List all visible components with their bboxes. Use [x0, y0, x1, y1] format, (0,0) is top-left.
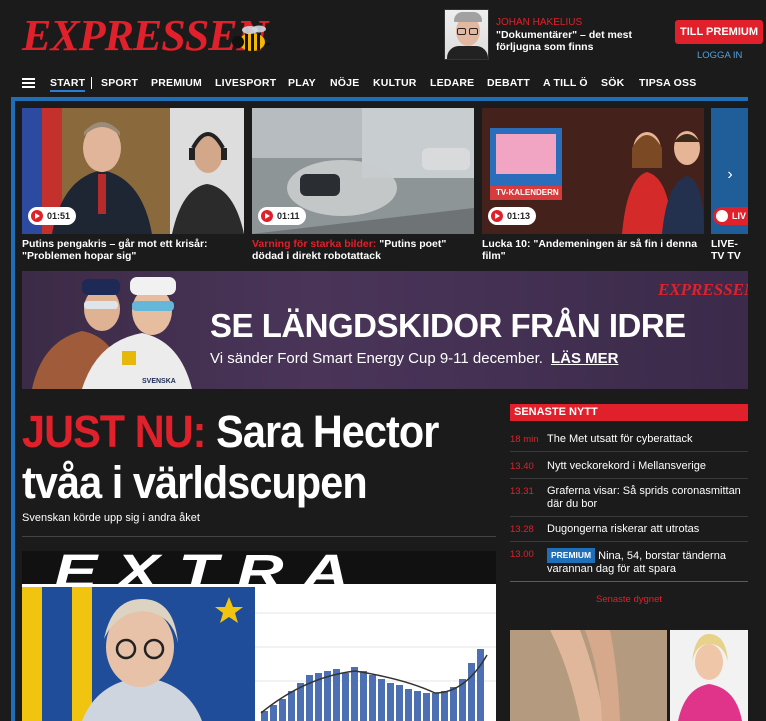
login-link[interactable]: LOGGA IN: [697, 50, 742, 61]
nav-item-noje[interactable]: NÖJE: [330, 77, 359, 89]
video-duration-badge: 01:51: [28, 207, 77, 225]
video-card[interactable]: 01:11 Varning för starka bilder: "Putins…: [252, 108, 474, 262]
headline-kicker: JUST NU:: [22, 406, 206, 457]
divider: [510, 581, 748, 582]
video-caption[interactable]: LIVE-TV TV: [711, 238, 748, 262]
nav-item-ledare[interactable]: LEDARE: [430, 77, 474, 89]
news-time: 13.31: [510, 486, 534, 497]
divider: [22, 536, 496, 537]
divider: [510, 451, 748, 452]
news-text[interactable]: Nytt veckorekord i Mellansverige: [547, 460, 747, 473]
news-text[interactable]: Graferna visar: Så sprids coronasmittan …: [547, 485, 747, 511]
news-time: 18 min: [510, 434, 539, 445]
teaser-photo: [510, 630, 748, 721]
video-live-badge: LIV: [713, 207, 749, 225]
read-more-link[interactable]: LÄS MER: [551, 350, 619, 367]
video-thumbnail-text: TV-KALENDERN: [496, 188, 559, 197]
nav-item-play[interactable]: PLAY: [288, 77, 316, 89]
nav-item-a-till-o[interactable]: A TILL Ö: [543, 77, 588, 89]
premium-button[interactable]: TILL PREMIUM: [675, 20, 763, 44]
nav-item-livesport[interactable]: LIVESPORT: [215, 77, 276, 89]
divider: [510, 541, 748, 542]
video-duration-badge: 01:11: [258, 207, 306, 225]
nav-item-sport[interactable]: SPORT: [101, 77, 138, 89]
person-photo: [22, 587, 255, 721]
jacket-text: SVENSKA: [142, 378, 176, 385]
nav-item-tipsa-oss[interactable]: TIPSA OSS: [639, 77, 696, 89]
news-text[interactable]: Dugongerna riskerar att utrotas: [547, 523, 747, 536]
video-card[interactable]: 01:51 Putins pengakris – går mot ett kri…: [22, 108, 244, 262]
nav-divider: [91, 77, 92, 89]
sub-headline[interactable]: Svenskan körde upp sig i andra åket: [22, 512, 200, 524]
video-caption[interactable]: Varning för starka bilder: "Putins poet"…: [252, 238, 474, 262]
main-nav: START SPORT PREMIUM LIVESPORT PLAY NÖJE …: [0, 68, 766, 98]
section-accent-side: [11, 97, 15, 721]
sidebar-teaser-image[interactable]: [510, 630, 748, 721]
nav-item-debatt[interactable]: DEBATT: [487, 77, 530, 89]
section-accent-bar: [11, 97, 748, 101]
video-caption[interactable]: Lucka 10: "Andemeningen är så fin i denn…: [482, 238, 704, 262]
chevron-right-icon[interactable]: ›: [720, 162, 740, 188]
author-name[interactable]: JOHAN HAKELIUS: [496, 17, 582, 28]
banner-title: SE LÄNGDSKIDOR FRÅN IDRE: [210, 307, 686, 344]
video-duration-badge: 01:13: [488, 207, 537, 225]
video-card[interactable]: TV-KALENDERN 01:13 Lucka 10: "Andemening…: [482, 108, 704, 262]
news-text[interactable]: PREMIUM Nina, 54, borstar tänderna varann…: [547, 548, 747, 576]
main-headline[interactable]: JUST NU: Sara Hector tvåa i världscupen: [22, 406, 454, 508]
divider: [510, 478, 748, 479]
nav-item-kultur[interactable]: KULTUR: [373, 77, 417, 89]
news-text[interactable]: The Met utsatt för cyberattack: [547, 433, 747, 446]
play-icon: [716, 210, 728, 222]
covid-chart-image: [255, 587, 496, 721]
news-time: 13.40: [510, 461, 534, 472]
author-avatar[interactable]: [444, 9, 489, 60]
menu-icon[interactable]: [22, 78, 35, 88]
play-icon: [491, 210, 503, 222]
news-time: 13.00: [510, 549, 534, 560]
play-icon: [31, 210, 43, 222]
premium-badge: PREMIUM: [547, 548, 596, 563]
site-header: EXPRESSEN JOHAN HAKELIUS "Dokumentärer" …: [0, 0, 766, 68]
news-time: 13.28: [510, 524, 534, 535]
author-headline[interactable]: "Dokumentärer" – det mest förljugna som …: [496, 29, 646, 53]
extra-photo: [22, 587, 255, 721]
nav-item-sok[interactable]: SÖK: [601, 77, 624, 89]
nav-item-premium[interactable]: PREMIUM: [151, 77, 202, 89]
promo-banner[interactable]: SVENSKA EXPRESSEN SE LÄNGDSKIDOR FRÅN ID…: [22, 271, 748, 389]
play-icon: [261, 210, 273, 222]
video-caption[interactable]: Putins pengakris – går mot ett krisår: "…: [22, 238, 244, 262]
skiers-image: [32, 277, 192, 389]
banner-subtitle: Vi sänder Ford Smart Energy Cup 9-11 dec…: [210, 350, 619, 367]
nav-item-start[interactable]: START: [50, 77, 86, 92]
wasp-logo-icon: [232, 25, 272, 51]
divider: [510, 516, 748, 517]
latest-news-heading[interactable]: SENASTE NYTT: [510, 404, 748, 421]
extra-label-strip: EXTRA: [22, 551, 496, 599]
latest-day-link[interactable]: Senaste dygnet: [510, 594, 748, 605]
banner-logo: EXPRESSEN: [658, 280, 748, 299]
extra-teaser[interactable]: EXTRA: [22, 551, 496, 721]
